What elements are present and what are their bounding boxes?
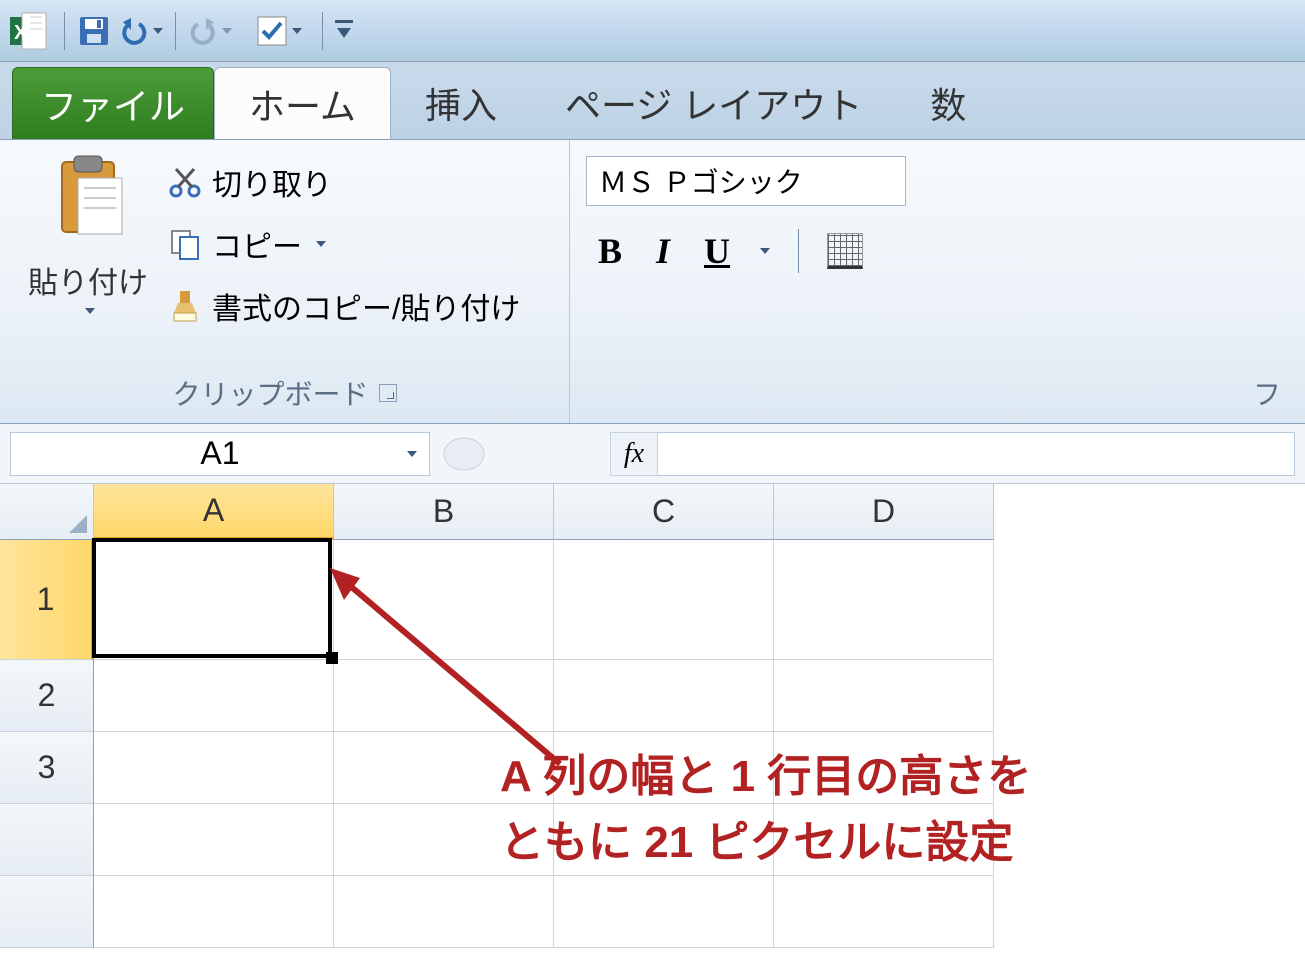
dropdown-arrow-icon [407, 451, 417, 457]
tab-page-layout[interactable]: ページ レイアウト [531, 67, 896, 139]
redo-button[interactable] [188, 16, 232, 46]
dropdown-arrow-icon [292, 28, 302, 34]
cell-C5[interactable] [554, 876, 774, 948]
ribbon-group-clipboard: 貼り付け 切り取り [0, 140, 570, 423]
qat-customize-button[interactable] [335, 20, 353, 42]
dropdown-arrow-icon [153, 28, 163, 34]
cell-C4[interactable] [554, 804, 774, 876]
svg-text:X: X [14, 22, 28, 44]
cell-D2[interactable] [774, 660, 994, 732]
format-painter-label: 書式のコピー/貼り付け [212, 284, 520, 328]
copy-button[interactable]: コピー [168, 222, 520, 266]
cell-B2[interactable] [334, 660, 554, 732]
titlebar: X [0, 0, 1305, 62]
qat-separator [64, 12, 65, 50]
copy-icon [168, 227, 202, 261]
insert-function-button[interactable]: fx [610, 432, 658, 476]
cut-label: 切り取り [212, 160, 332, 204]
row-header-4[interactable] [0, 804, 94, 876]
paste-button[interactable]: 貼り付け [16, 148, 160, 367]
column-headers: ABCD [0, 484, 1305, 540]
underline-button[interactable]: U [696, 226, 738, 276]
cell-C3[interactable] [554, 732, 774, 804]
cell-B5[interactable] [334, 876, 554, 948]
cell-D3[interactable] [774, 732, 994, 804]
border-button[interactable] [827, 233, 863, 269]
fill-handle[interactable] [326, 652, 338, 664]
redo-icon [188, 16, 218, 46]
save-button[interactable] [77, 14, 111, 48]
tab-home[interactable]: ホーム [214, 67, 391, 139]
ribbon-tabs: ファイル ホーム 挿入 ページ レイアウト 数 [0, 62, 1305, 140]
italic-button[interactable]: I [648, 226, 678, 276]
scissors-icon [168, 165, 202, 199]
check-icon [256, 15, 288, 47]
cell-D4[interactable] [774, 804, 994, 876]
cell-C2[interactable] [554, 660, 774, 732]
tab-insert[interactable]: 挿入 [391, 67, 531, 139]
dropdown-arrow-icon [85, 308, 95, 314]
ribbon-group-font: ＭＳ Ｐゴシック B I U フ [570, 140, 1305, 423]
formula-input[interactable] [658, 432, 1295, 476]
name-box[interactable]: A1 [10, 432, 430, 476]
dropdown-arrow-icon [316, 241, 326, 247]
cell-D1[interactable] [774, 540, 994, 660]
row-header-1[interactable]: 1 [0, 540, 94, 660]
copy-label: コピー [212, 222, 302, 266]
cell-C1[interactable] [554, 540, 774, 660]
formula-expand-icon[interactable] [440, 434, 510, 474]
formula-bar-row: A1 fx [0, 424, 1305, 484]
cell-B4[interactable] [334, 804, 554, 876]
cell-B3[interactable] [334, 732, 554, 804]
customize-icon [335, 20, 353, 42]
undo-icon [119, 16, 149, 46]
dropdown-arrow-icon [222, 28, 232, 34]
clipboard-group-label: クリップボード [16, 367, 553, 419]
save-icon [77, 14, 111, 48]
column-header-D[interactable]: D [774, 484, 994, 540]
cell-A4[interactable] [94, 804, 334, 876]
column-header-A[interactable]: A [94, 484, 334, 540]
paste-label: 貼り付け [28, 258, 148, 302]
select-all-button[interactable] [0, 484, 94, 540]
excel-app-icon[interactable]: X [8, 11, 48, 51]
spreadsheet-grid: ABCD 123 A 列の幅と 1 行目の高さを ともに 21 ピクセルに設定 [0, 484, 1305, 948]
dialog-launcher-button[interactable] [379, 384, 397, 402]
paste-icon [48, 154, 128, 250]
cell-B1[interactable] [334, 540, 554, 660]
tab-formulas[interactable]: 数 [896, 67, 1000, 139]
column-header-B[interactable]: B [334, 484, 554, 540]
cells-area[interactable] [94, 540, 994, 948]
row-headers: 123 [0, 540, 94, 948]
cell-A5[interactable] [94, 876, 334, 948]
cut-button[interactable]: 切り取り [168, 160, 520, 204]
cell-A3[interactable] [94, 732, 334, 804]
ribbon-content: 貼り付け 切り取り [0, 140, 1305, 424]
cell-A1[interactable] [94, 540, 334, 660]
bold-button[interactable]: B [590, 226, 630, 276]
font-name-combobox[interactable]: ＭＳ Ｐゴシック [586, 156, 906, 206]
row-header-3[interactable]: 3 [0, 732, 94, 804]
row-header-2[interactable]: 2 [0, 660, 94, 732]
cell-A2[interactable] [94, 660, 334, 732]
check-button[interactable] [256, 15, 302, 47]
dropdown-arrow-icon [760, 248, 770, 254]
row-header-5[interactable] [0, 876, 94, 948]
qat-separator [322, 12, 323, 50]
brush-icon [168, 289, 202, 323]
separator [798, 229, 799, 273]
qat-separator [175, 12, 176, 50]
cell-D5[interactable] [774, 876, 994, 948]
font-group-label: フ [586, 367, 1289, 419]
undo-button[interactable] [119, 16, 163, 46]
column-header-C[interactable]: C [554, 484, 774, 540]
tab-file[interactable]: ファイル [12, 67, 214, 139]
format-painter-button[interactable]: 書式のコピー/貼り付け [168, 284, 520, 328]
